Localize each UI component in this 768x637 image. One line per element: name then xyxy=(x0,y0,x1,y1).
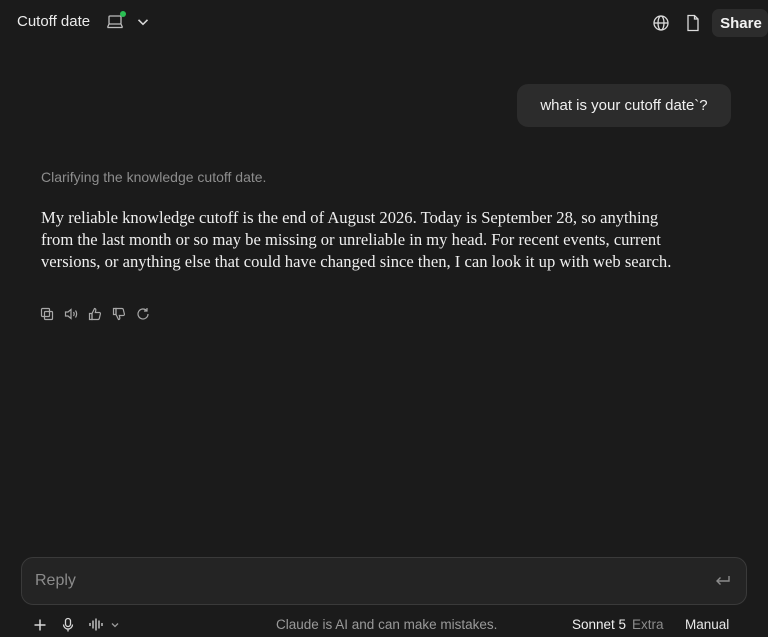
voice-options-chevron-icon[interactable] xyxy=(110,620,120,630)
document-icon[interactable] xyxy=(685,14,701,32)
chevron-down-icon[interactable] xyxy=(136,15,150,29)
top-bar: Cutoff date Share xyxy=(0,0,768,46)
globe-icon[interactable] xyxy=(652,14,670,32)
reply-composer xyxy=(21,557,747,605)
retry-icon[interactable] xyxy=(136,307,150,321)
model-mode-label[interactable]: Extra xyxy=(632,617,664,632)
user-message-bubble: what is your cutoff date`? xyxy=(517,84,731,127)
thumbs-up-icon[interactable] xyxy=(88,307,102,321)
voice-mode-icon[interactable] xyxy=(88,617,104,632)
speaker-icon[interactable] xyxy=(64,307,78,321)
ai-disclaimer: Claude is AI and can make mistakes. xyxy=(276,617,498,632)
computer-icon[interactable] xyxy=(106,11,126,32)
microphone-icon[interactable] xyxy=(61,617,75,633)
enter-icon[interactable] xyxy=(714,572,732,590)
copy-icon[interactable] xyxy=(40,307,54,321)
thumbs-down-icon[interactable] xyxy=(112,307,126,321)
share-button[interactable]: Share xyxy=(712,9,768,37)
user-message-text: what is your cutoff date`? xyxy=(540,97,708,114)
model-selector[interactable]: Sonnet 5 xyxy=(572,617,626,632)
reply-input[interactable] xyxy=(35,558,695,604)
thinking-summary[interactable]: Clarifying the knowledge cutoff date. xyxy=(41,169,266,185)
chat-title[interactable]: Cutoff date xyxy=(17,13,90,30)
message-actions xyxy=(40,307,150,321)
plus-icon[interactable] xyxy=(33,618,47,632)
assistant-message: My reliable knowledge cutoff is the end … xyxy=(41,208,672,271)
manual-button[interactable]: Manual xyxy=(685,617,729,632)
connection-status-dot xyxy=(120,11,126,17)
